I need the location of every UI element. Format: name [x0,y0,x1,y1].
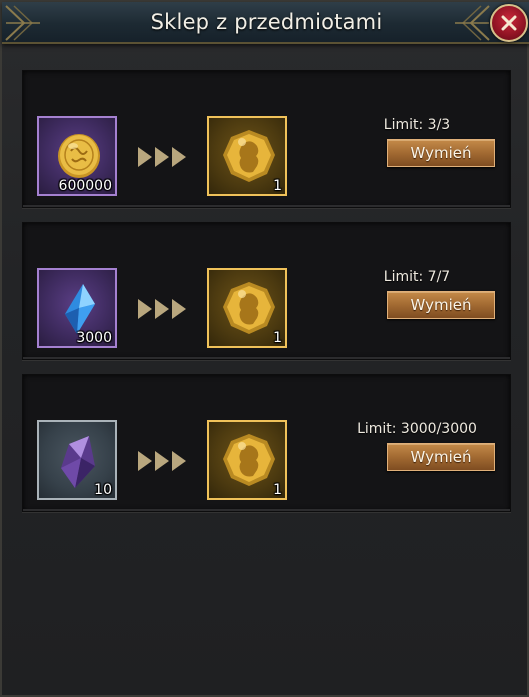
reward-item-slot[interactable]: 1 [207,420,287,500]
exchange-button[interactable]: Wymień [387,443,495,471]
exchange-offer-row: 600000 1 Limit: 3/3 Wymień [22,70,511,208]
reward-quantity: 1 [273,482,282,498]
limit-text: Limit: 3000/3000 [357,421,477,437]
cost-quantity: 600000 [58,178,112,194]
window-title: Sklep z przedmiotami [150,10,383,34]
cost-item-slot[interactable]: 10 [37,420,117,500]
exchange-offer-row: 3000 1 Limit: 7/7 Wymień [22,222,511,360]
row-divider [23,205,510,207]
cost-item-slot[interactable]: 600000 [37,116,117,196]
cost-quantity: 3000 [76,330,112,346]
reward-quantity: 1 [273,330,282,346]
exchange-offer-row: 10 1 Limit: 3000/3000 Wymień [22,374,511,512]
limit-text: Limit: 7/7 [383,269,451,285]
exchange-button[interactable]: Wymień [387,291,495,319]
arrows-right-icon [138,451,186,471]
row-divider [23,509,510,511]
cost-quantity: 10 [94,482,112,498]
close-x-icon [501,15,517,31]
row-divider [23,357,510,359]
reward-item-slot[interactable]: 1 [207,116,287,196]
limit-text: Limit: 3/3 [383,117,451,133]
cost-item-slot[interactable]: 3000 [37,268,117,348]
reward-quantity: 1 [273,178,282,194]
reward-item-slot[interactable]: 1 [207,268,287,348]
exchange-button[interactable]: Wymień [387,139,495,167]
arrows-right-icon [138,299,186,319]
close-button[interactable] [490,4,528,42]
item-shop-window: Sklep z przedmiotami 600000 1 Limit: 3/3… [0,0,529,697]
arrows-right-icon [138,147,186,167]
title-bar: Sklep z przedmiotami [2,2,529,44]
